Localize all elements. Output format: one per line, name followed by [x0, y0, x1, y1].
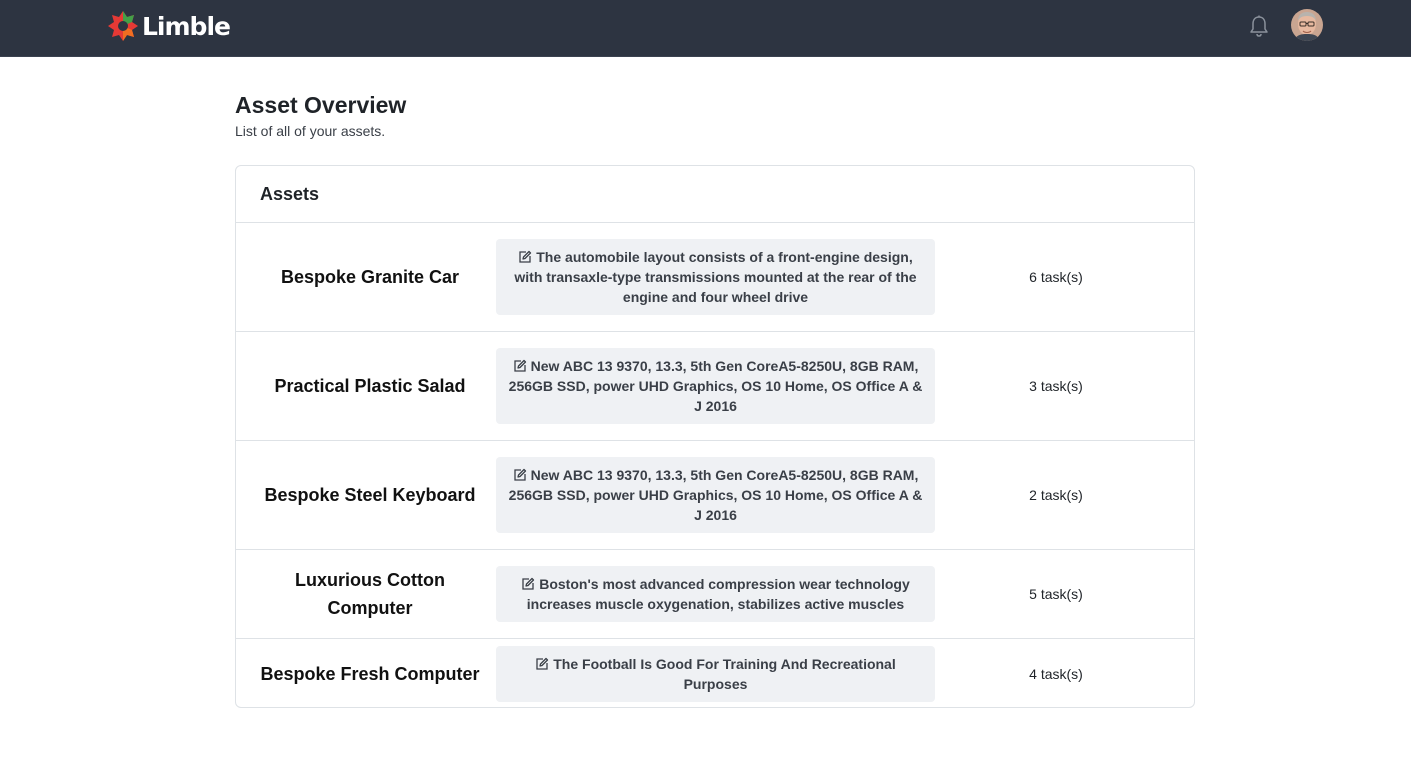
- asset-row: Bespoke Fresh Computer The Football Is G…: [236, 639, 1194, 707]
- edit-icon: [513, 359, 526, 372]
- asset-name[interactable]: Bespoke Fresh Computer: [260, 660, 480, 688]
- page-title: Asset Overview: [235, 92, 407, 118]
- assets-card-title: Assets: [236, 166, 1194, 223]
- edit-icon: [519, 250, 532, 263]
- user-avatar[interactable]: [1291, 9, 1323, 41]
- task-count: 5 task(s): [1029, 586, 1083, 602]
- asset-description-text: The automobile layout consists of a fron…: [514, 249, 917, 305]
- asset-description[interactable]: Boston's most advanced compression wear …: [496, 566, 935, 622]
- task-count: 6 task(s): [1029, 269, 1083, 285]
- task-count: 2 task(s): [1029, 487, 1083, 503]
- asset-row: Luxurious Cotton Computer Boston's most …: [236, 550, 1194, 639]
- edit-icon: [513, 468, 526, 481]
- edit-icon: [536, 657, 549, 670]
- top-navbar: Limble: [0, 0, 1411, 57]
- asset-name[interactable]: Bespoke Steel Keyboard: [260, 481, 480, 509]
- limble-logo[interactable]: Limble: [106, 8, 231, 44]
- page-subtitle: List of all of your assets.: [235, 123, 386, 139]
- asset-name[interactable]: Luxurious Cotton Computer: [260, 566, 480, 622]
- asset-name[interactable]: Bespoke Granite Car: [260, 263, 480, 291]
- asset-description[interactable]: New ABC 13 9370, 13.3, 5th Gen CoreA5-82…: [496, 348, 935, 424]
- asset-row: Bespoke Steel Keyboard New ABC 13 9370, …: [236, 441, 1194, 550]
- asset-name[interactable]: Practical Plastic Salad: [260, 372, 480, 400]
- asset-description[interactable]: New ABC 13 9370, 13.3, 5th Gen CoreA5-82…: [496, 457, 935, 533]
- asset-description[interactable]: The Football Is Good For Training And Re…: [496, 645, 935, 702]
- asset-description-text: New ABC 13 9370, 13.3, 5th Gen CoreA5-82…: [508, 467, 923, 523]
- page-header: Asset Overview List of all of your asset…: [235, 90, 406, 140]
- asset-description-text: New ABC 13 9370, 13.3, 5th Gen CoreA5-82…: [508, 358, 923, 414]
- asset-row: Bespoke Granite Car The automobile layou…: [236, 223, 1194, 332]
- asset-description[interactable]: The automobile layout consists of a fron…: [496, 239, 935, 315]
- edit-icon: [522, 577, 535, 590]
- asset-row: Practical Plastic Salad New ABC 13 9370,…: [236, 332, 1194, 441]
- asset-description-text: The Football Is Good For Training And Re…: [553, 655, 896, 692]
- asset-description-text: Boston's most advanced compression wear …: [526, 576, 910, 612]
- task-count: 3 task(s): [1029, 378, 1083, 394]
- assets-card: Assets Bespoke Granite Car The automobil…: [235, 165, 1195, 708]
- avatar-icon: [1291, 9, 1323, 41]
- brand-name: Limble: [142, 11, 231, 41]
- task-count: 4 task(s): [1029, 665, 1083, 682]
- bell-icon[interactable]: [1248, 14, 1270, 38]
- limble-logo-icon: [108, 11, 138, 41]
